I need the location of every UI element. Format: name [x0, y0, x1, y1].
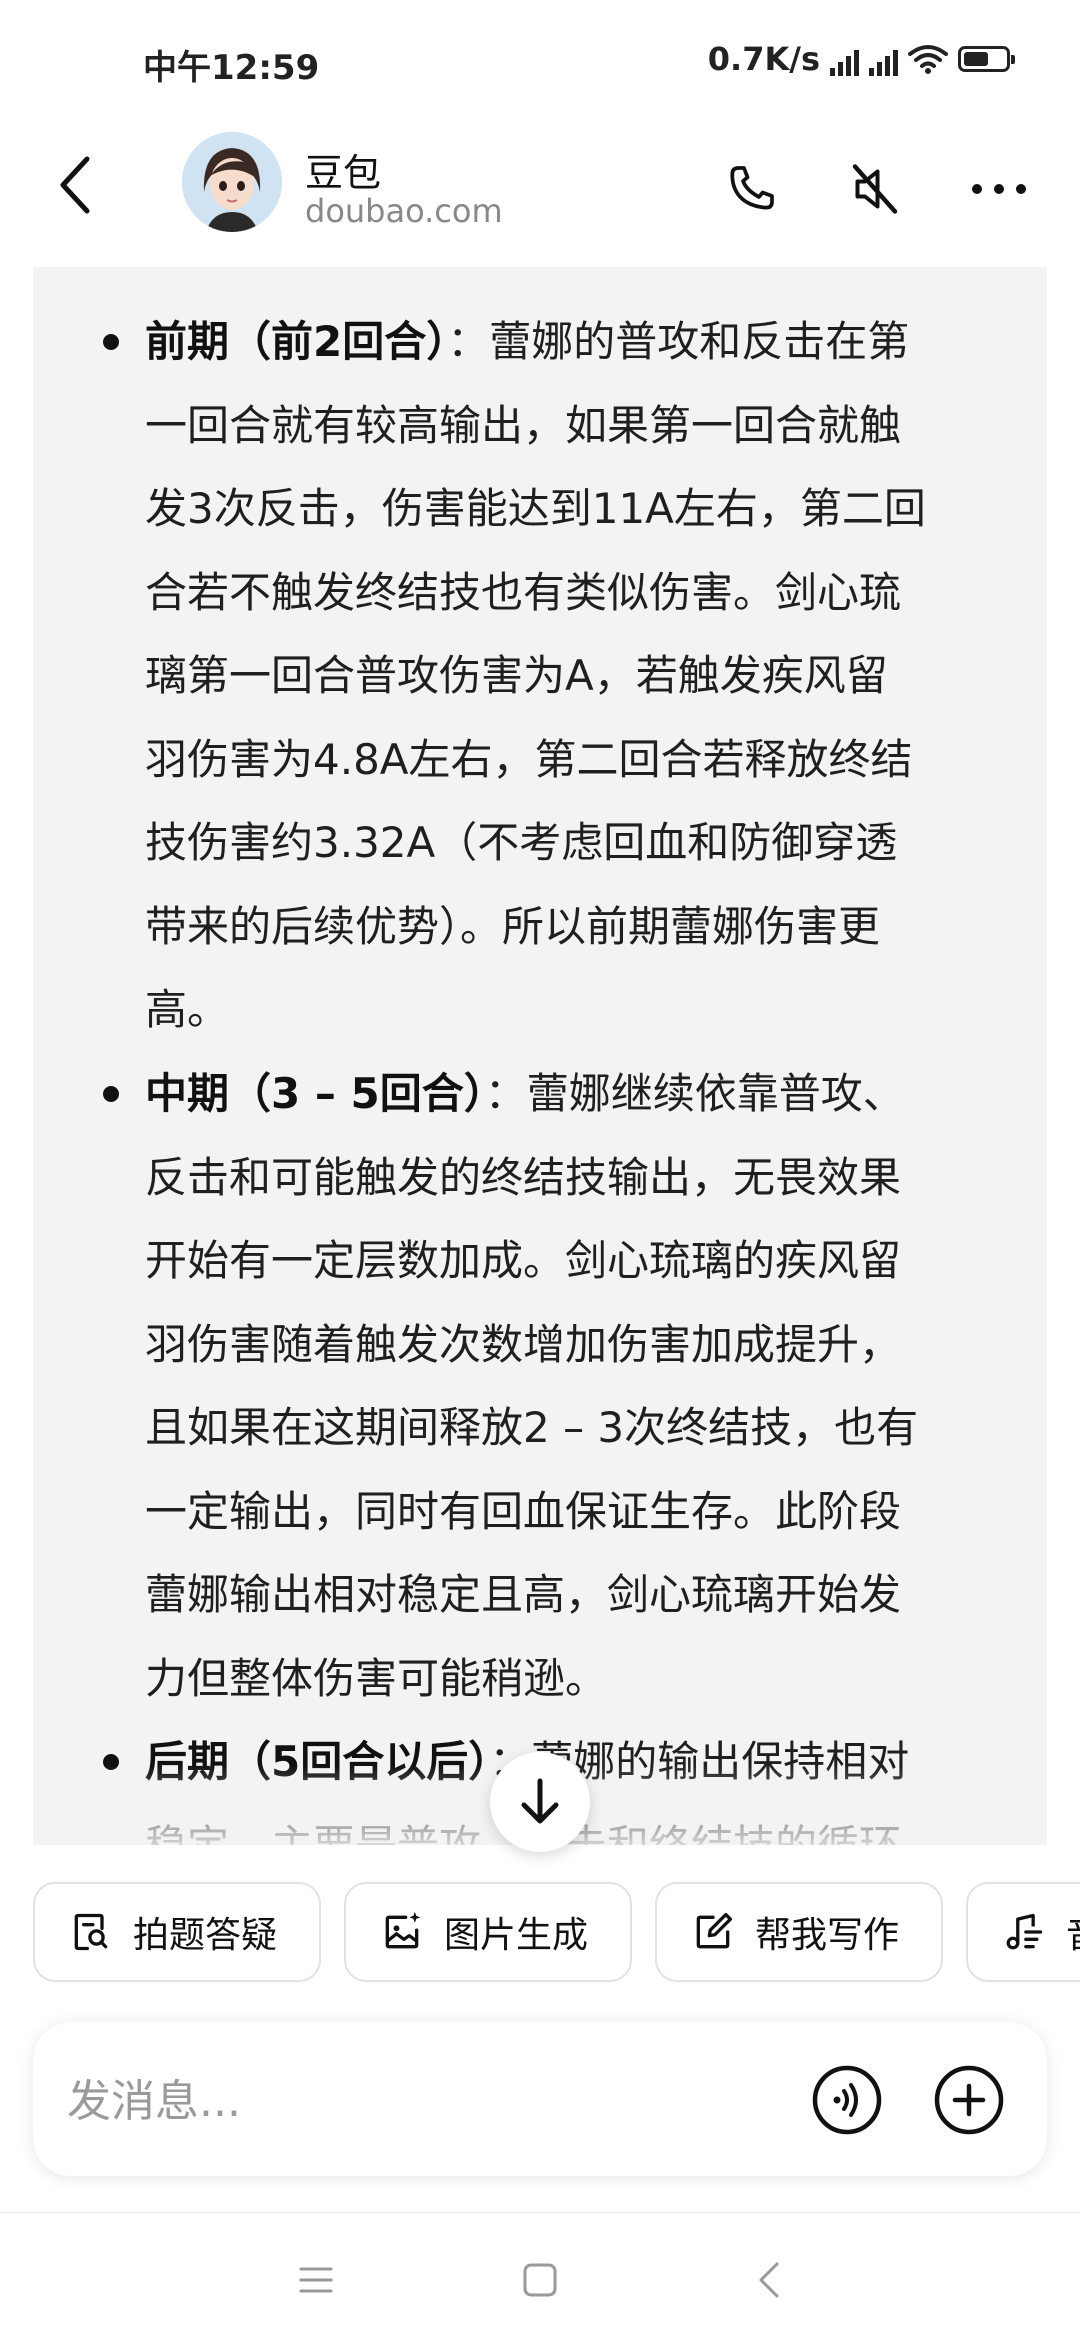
- text-line: 羽伤害为4.8A左右，第二回合若释放终结: [145, 718, 1035, 802]
- shortcut-label: 音乐生成: [1066, 1906, 1080, 1958]
- item-text: 璃第一回合普攻伤害为A，若触发疾风留: [145, 651, 888, 700]
- photo-question-icon: [74, 1913, 108, 1951]
- text-line: 且如果在这期间释放2 – 3次终结技，也有: [145, 1386, 1035, 1470]
- voice-button[interactable]: [811, 2064, 883, 2136]
- edit-icon: [696, 1912, 733, 1949]
- text-line: 羽伤害随着触发次数增加伤害加成提升，: [145, 1303, 1035, 1387]
- phone-icon: [730, 166, 774, 210]
- shortcut-bar: 拍题答疑 图片生成 帮我写作 音乐生成: [33, 1882, 1080, 1988]
- text-line: 技伤害约3.32A（不考虑回血和防御穿透: [145, 801, 1035, 885]
- arrow-down-icon: [521, 1778, 559, 1824]
- item-text: 力但整体伤害可能稍逊。: [145, 1653, 608, 1703]
- item-text: 羽伤害随着触发次数增加伤害加成提升，: [145, 1319, 902, 1369]
- message-input[interactable]: [65, 2060, 769, 2142]
- signal-icon: [869, 42, 898, 76]
- text-line: 一定输出，同时有回血保证生存。此阶段: [145, 1470, 1035, 1554]
- shortcut-label: 图片生成: [444, 1915, 589, 1956]
- text-line: 中期（3 – 5回合）：蕾娜继续依靠普攻、: [145, 1052, 1035, 1136]
- item-title: 前期（前2回合）: [145, 317, 448, 366]
- text-line: 合若不触发终结技也有类似伤害。剑心琉: [145, 551, 1035, 635]
- text-line: 力但整体伤害可能稍逊。: [145, 1637, 1035, 1721]
- item-title: 中期（3 – 5回合）: [145, 1069, 485, 1118]
- item-separator: ：: [484, 1069, 527, 1118]
- scroll-to-bottom-button[interactable]: [490, 1752, 590, 1852]
- text-line: 璃第一回合普攻伤害为A，若触发疾风留: [145, 634, 1035, 718]
- item-text: 发3次反击，伤害能达到11A左右，第二回: [145, 484, 926, 533]
- call-button[interactable]: [716, 154, 786, 224]
- chat-header: 豆包 doubao.com: [0, 120, 1080, 250]
- back-triangle-icon: [759, 2262, 779, 2298]
- music-icon: [1006, 1913, 1043, 1950]
- home-square-icon: [523, 2263, 557, 2297]
- more-button[interactable]: [964, 154, 1034, 224]
- text-line: 高。: [145, 968, 1035, 1052]
- speaker-muted-icon: [852, 164, 898, 214]
- item-text: 带来的后续优势）。所以前期蕾娜伤害更: [145, 901, 881, 951]
- back-nav-button[interactable]: [738, 2255, 798, 2305]
- item-text: 一回合就有较高输出，如果第一回合就触: [145, 400, 902, 450]
- list-item: 前期（前2回合）：蕾娜的普攻和反击在第一回合就有较高输出，如果第一回合就触 发3次…: [103, 300, 1035, 1052]
- bot-domain: doubao.com: [305, 192, 503, 230]
- network-speed: 0.7K/s: [707, 40, 820, 78]
- bullet-dot: [103, 1086, 119, 1102]
- menu-icon: [299, 2267, 333, 2293]
- status-time: 中午12:59: [143, 48, 320, 88]
- add-button[interactable]: [933, 2064, 1005, 2136]
- shortcut-image-generation[interactable]: 图片生成: [344, 1882, 632, 1982]
- text-line: 带来的后续优势）。所以前期蕾娜伤害更: [145, 885, 1035, 969]
- item-text: 一定输出，同时有回血保证生存。此阶段: [145, 1486, 902, 1536]
- back-button[interactable]: [40, 150, 110, 220]
- avatar-illustration: [182, 132, 282, 232]
- item-text: 蕾娜继续依靠普攻、: [526, 1069, 905, 1118]
- voice-wave-icon: [812, 2065, 882, 2135]
- bot-name: 豆包: [305, 151, 382, 195]
- shortcut-music[interactable]: 音乐生成: [966, 1882, 1080, 1982]
- home-nav-button[interactable]: [510, 2255, 570, 2305]
- shortcut-label: 帮我写作: [755, 1915, 900, 1956]
- text-line: 蕾娜输出相对稳定且高，剑心琉璃开始发: [145, 1553, 1035, 1637]
- signal-icon: [830, 42, 859, 76]
- text-line: 一回合就有较高输出，如果第一回合就触: [145, 384, 1035, 468]
- wifi-icon: [908, 45, 948, 74]
- item-text: 羽伤害为4.8A左右，第二回合若释放终结: [145, 734, 913, 784]
- shortcut-label: 拍题答疑: [133, 1915, 278, 1956]
- mute-button[interactable]: [840, 154, 910, 224]
- shortcut-writing[interactable]: 帮我写作: [655, 1882, 943, 1982]
- system-navigation-bar: [0, 2212, 1080, 2341]
- more-dots-icon: [972, 184, 1026, 194]
- item-separator: ：: [447, 317, 490, 366]
- item-text: 合若不触发终结技也有类似伤害。剑心琉: [145, 567, 902, 617]
- text-line: 前期（前2回合）：蕾娜的普攻和反击在第: [145, 300, 1035, 384]
- plus-circle-icon: [934, 2065, 1004, 2135]
- item-text: 且如果在这期间释放2 – 3次终结技，也有: [145, 1403, 919, 1452]
- bullet-dot: [103, 334, 119, 350]
- item-text: 蕾娜的普攻和反击在第: [489, 317, 910, 366]
- status-bar: 中午12:59 0.7K/s: [0, 0, 1080, 120]
- text-line: 开始有一定层数加成。剑心琉璃的疾风留: [145, 1219, 1035, 1303]
- message-composer: [33, 2022, 1047, 2176]
- shortcut-photo-question[interactable]: 拍题答疑: [33, 1882, 321, 1982]
- text-line: 发3次反击，伤害能达到11A左右，第二回: [145, 467, 1035, 551]
- chevron-left-icon: [60, 156, 90, 214]
- battery-icon: [958, 46, 1015, 72]
- item-text: 反击和可能触发的终结技输出，无畏效果: [145, 1152, 902, 1202]
- text-line: 反击和可能触发的终结技输出，无畏效果: [145, 1136, 1035, 1220]
- menu-nav-button[interactable]: [286, 2255, 346, 2305]
- status-indicators: 0.7K/s: [707, 40, 1015, 78]
- image-sparkle-icon: [385, 1911, 421, 1949]
- chat-area[interactable]: 前期（前2回合）：蕾娜的普攻和反击在第 一回合就有较高输出，如果第一回合就触 发3次…: [33, 267, 1047, 1845]
- list-item: 中期（3 – 5回合）：蕾娜继续依靠普攻、反击和可能触发的终结技输出，无畏效果开…: [103, 1052, 1035, 1721]
- item-text: 开始有一定层数加成。剑心琉璃的疾风留: [145, 1236, 902, 1285]
- item-text: 蕾娜输出相对稳定且高，剑心琉璃开始发: [145, 1570, 902, 1619]
- item-text: 高。: [145, 985, 230, 1034]
- item-text: 技伤害约3.32A（不考虑回血和防御穿透: [145, 818, 898, 867]
- avatar[interactable]: [182, 132, 282, 232]
